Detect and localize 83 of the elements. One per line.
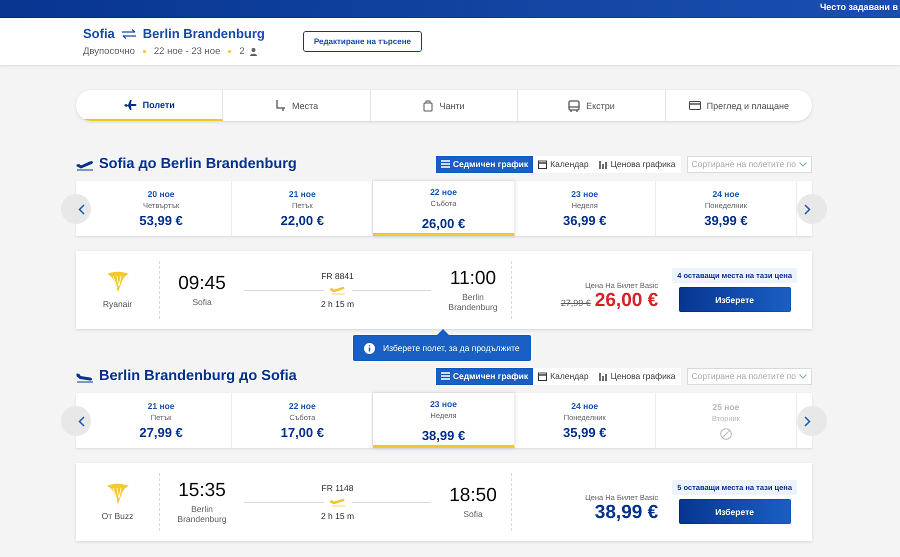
plane-icon bbox=[124, 98, 137, 110]
day-price: 53,99 € bbox=[139, 213, 183, 228]
flight-number: FR 8841 bbox=[321, 271, 354, 281]
flight-price: 38,99 € bbox=[594, 502, 658, 524]
previous-button[interactable] bbox=[61, 194, 91, 224]
flight-price: 26,00 € bbox=[594, 290, 658, 312]
airline-name: Ryanair bbox=[102, 299, 132, 309]
view-tab[interactable]: Седмичен график bbox=[436, 156, 534, 172]
origin-city: Sofia bbox=[83, 26, 115, 41]
select-button[interactable]: Изберете bbox=[678, 499, 791, 524]
chevron-down-icon bbox=[799, 162, 807, 166]
view-tab[interactable]: Ценова графика bbox=[594, 156, 681, 172]
view-tab[interactable]: Календар bbox=[533, 368, 594, 384]
chevron-left-icon bbox=[78, 204, 84, 214]
day-price: 27,99 € bbox=[139, 425, 183, 440]
arrival-city: Sofia bbox=[462, 509, 484, 519]
day-date: 21 ное bbox=[148, 401, 175, 411]
next-button[interactable] bbox=[797, 406, 827, 436]
view-tab[interactable]: Календар bbox=[533, 156, 594, 172]
credit-card-icon bbox=[688, 101, 701, 110]
calendar-icon bbox=[538, 372, 548, 380]
calendar-icon bbox=[538, 160, 548, 168]
flight-duration: 2 h 15 m bbox=[320, 511, 354, 521]
trip-type: Двупосочно bbox=[83, 46, 135, 57]
day-date: 22 ное bbox=[288, 401, 316, 411]
seat-icon bbox=[275, 100, 286, 112]
day-price: 38,99 € bbox=[422, 428, 466, 443]
arrival-time: 11:00 bbox=[450, 268, 496, 290]
airline-name: От Buzz bbox=[102, 511, 134, 521]
flight-duration: 2 h 15 m bbox=[320, 299, 354, 309]
departure-time: 15:35 bbox=[178, 480, 226, 502]
day-date: 21 ное bbox=[288, 189, 316, 199]
departure-city: Sofia bbox=[191, 297, 213, 307]
edit-search-button[interactable]: Редактиране на търсене bbox=[302, 31, 422, 52]
day-price: 26,00 € bbox=[422, 216, 466, 231]
list-icon bbox=[440, 160, 450, 168]
day-date: 22 ное bbox=[430, 187, 457, 197]
no-flights-icon bbox=[720, 428, 732, 440]
day-price: 22,00 € bbox=[280, 213, 324, 228]
view-tab[interactable]: Ценова графика bbox=[594, 368, 681, 384]
day-price: 36,99 € bbox=[563, 213, 606, 228]
bar-chart-icon bbox=[598, 160, 608, 168]
day-date: 23 ное bbox=[430, 399, 457, 409]
day-date: 25 ное bbox=[712, 402, 740, 412]
next-button[interactable] bbox=[797, 194, 827, 224]
day-date: 20 ное bbox=[148, 189, 175, 199]
arrival-city: Berlin Brandenburg bbox=[447, 292, 499, 312]
day-date: 24 ное bbox=[712, 189, 740, 199]
old-price: 27,99 € bbox=[560, 298, 591, 308]
bar-chart-icon bbox=[598, 372, 608, 380]
destination-city: Berlin Brandenburg bbox=[142, 26, 265, 41]
select-button[interactable]: Изберете bbox=[678, 287, 791, 312]
departure-city: Berlin Brandenburg bbox=[176, 504, 228, 524]
day-price: 39,99 € bbox=[704, 213, 748, 228]
step-tab[interactable]: Полети bbox=[76, 90, 224, 121]
step-tab[interactable]: Преглед и плащане bbox=[666, 90, 812, 121]
departure-time: 09:45 bbox=[178, 273, 226, 295]
arrival-time: 18:50 bbox=[449, 485, 497, 507]
chevron-down-icon bbox=[799, 374, 807, 378]
chevron-right-icon bbox=[804, 416, 810, 426]
previous-button[interactable] bbox=[61, 406, 91, 436]
bus-icon bbox=[568, 100, 580, 112]
chevron-right-icon bbox=[804, 204, 810, 214]
list-icon bbox=[440, 372, 450, 380]
day-price: 17,00 € bbox=[280, 425, 324, 440]
bag-icon bbox=[423, 100, 434, 112]
info-icon bbox=[364, 342, 375, 354]
day-price: 35,99 € bbox=[563, 425, 606, 440]
swap-arrows-icon bbox=[120, 28, 137, 38]
faq-link[interactable]: Често задавани в bbox=[820, 0, 898, 14]
step-tab[interactable]: Места bbox=[223, 90, 371, 121]
step-tab[interactable]: Чанти bbox=[370, 90, 518, 121]
person-icon bbox=[250, 48, 257, 56]
day-date: 23 ное bbox=[571, 189, 598, 199]
flight-number: FR 1148 bbox=[322, 483, 354, 493]
leg-title: Sofia до Berlin Brandenburg bbox=[99, 156, 297, 172]
step-tab[interactable]: Екстри bbox=[518, 90, 666, 121]
day-date: 24 ное bbox=[571, 401, 598, 411]
leg-title: Berlin Brandenburg до Sofia bbox=[99, 368, 297, 384]
trip-dates: 22 ное - 23 ное bbox=[154, 46, 220, 57]
view-tab[interactable]: Седмичен график bbox=[436, 368, 534, 384]
chevron-left-icon bbox=[78, 416, 84, 426]
passenger-count: 2 bbox=[239, 46, 245, 57]
